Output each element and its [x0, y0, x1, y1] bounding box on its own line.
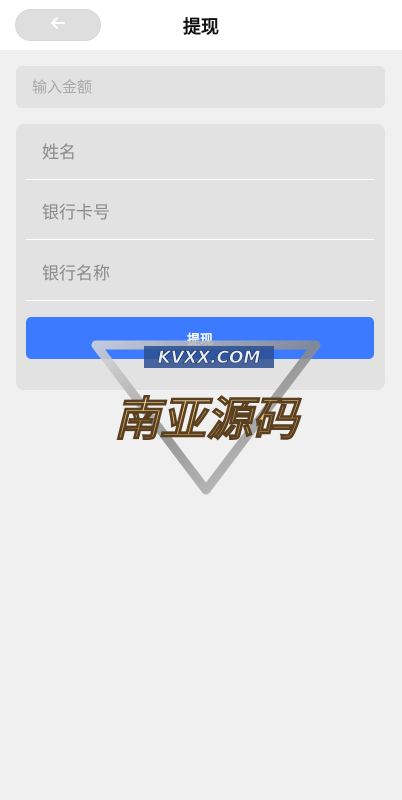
page-title: 提现 [183, 17, 219, 38]
card-number-input[interactable] [26, 186, 374, 239]
watermark-brand-text: 南亚源码 [114, 392, 302, 446]
withdraw-page: 提现 提现 [0, 0, 402, 800]
bank-name-field-row [26, 247, 374, 301]
submit-withdraw-button[interactable]: 提现 [26, 317, 374, 359]
bank-name-input[interactable] [26, 247, 374, 300]
name-input[interactable] [26, 126, 374, 179]
amount-input-container [16, 66, 385, 108]
card-number-field-row [26, 186, 374, 240]
bank-info-form: 提现 [16, 124, 385, 390]
header-bar: 提现 [0, 0, 402, 50]
amount-input[interactable] [16, 66, 385, 108]
name-field-row [26, 126, 374, 180]
